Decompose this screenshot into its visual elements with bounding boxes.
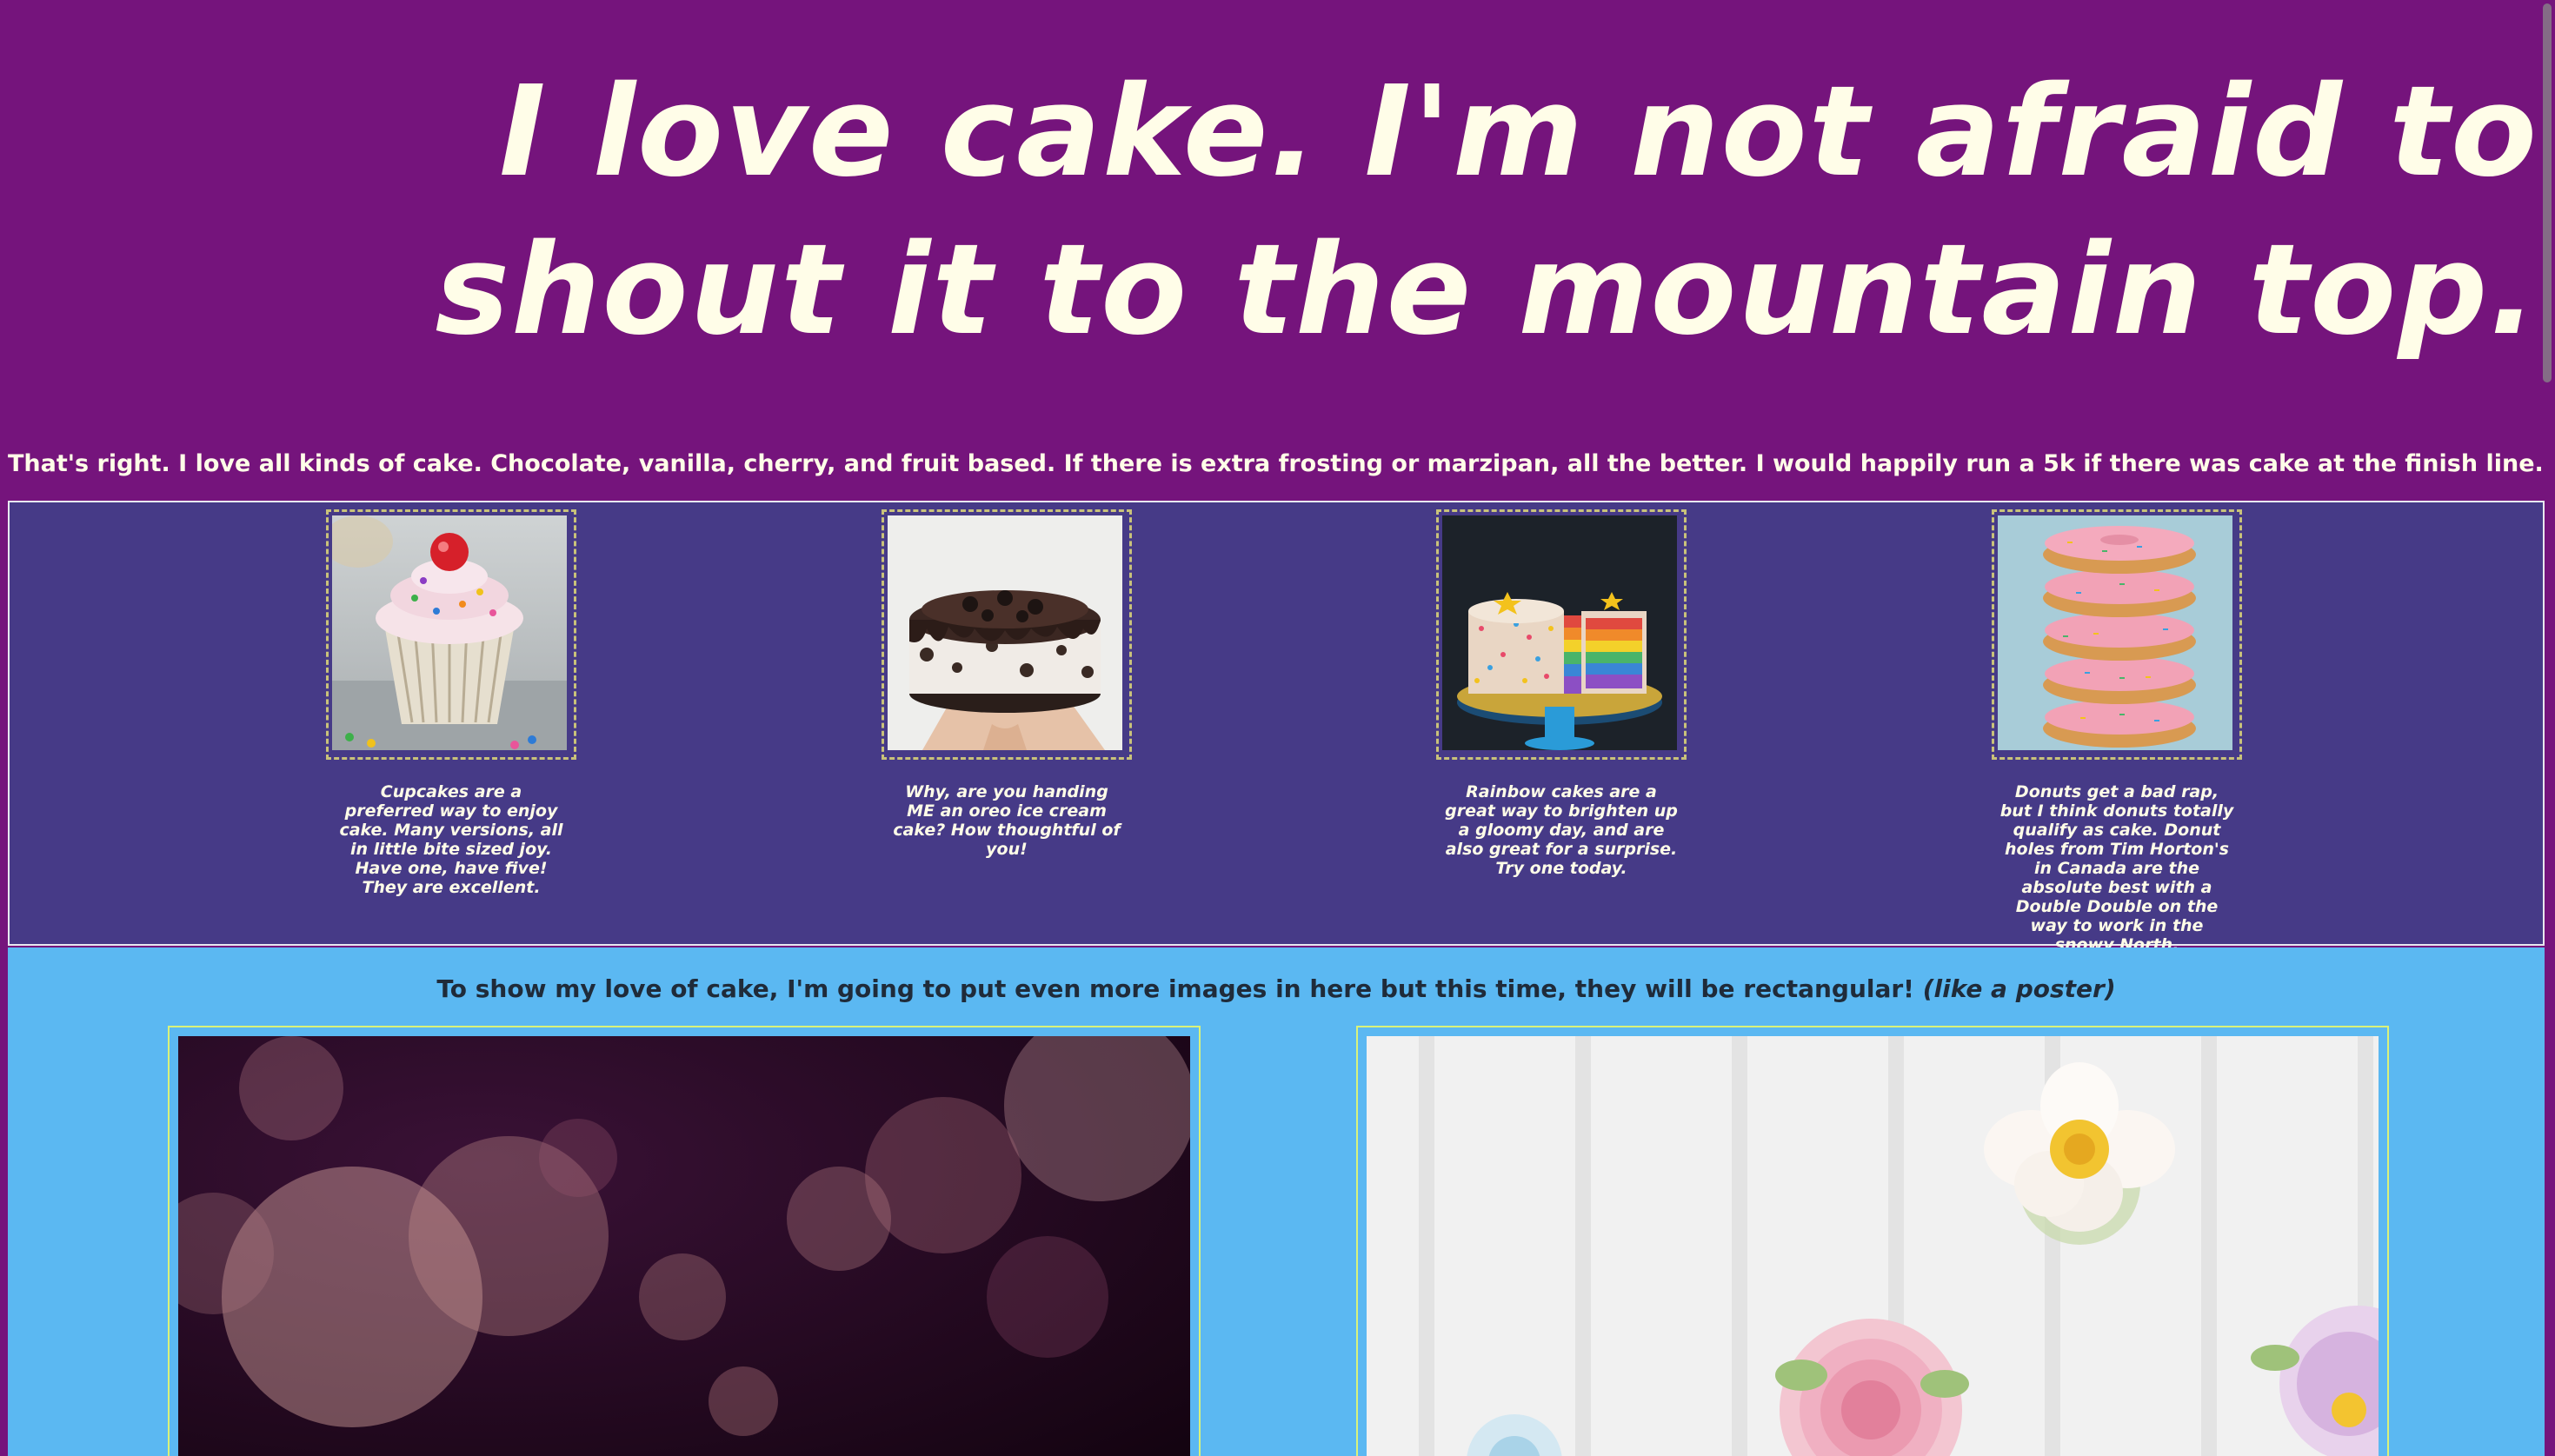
gallery-card: Why, are you handing ME an oreo ice crea… xyxy=(882,509,1132,859)
cupcake-photo xyxy=(332,515,570,754)
page: I love cake. I'm not afraid to shout it … xyxy=(0,0,2555,1456)
gallery-caption: Rainbow cakes are a great way to brighte… xyxy=(1445,782,1678,878)
gallery-card: Cupcakes are a preferred way to enjoy ca… xyxy=(326,509,576,897)
poster-section-heading: To show my love of cake, I'm going to pu… xyxy=(8,972,2545,1007)
bokeh-lights-photo xyxy=(178,1036,1190,1456)
flower-cupcakes-photo xyxy=(1367,1036,2379,1456)
poster-heading-text: To show my love of cake, I'm going to pu… xyxy=(436,974,1914,1003)
gallery-caption: Why, are you handing ME an oreo ice crea… xyxy=(893,782,1121,859)
gallery-thumbnail-frame xyxy=(326,509,576,760)
poster-frame xyxy=(1356,1026,2389,1456)
hero-banner: I love cake. I'm not afraid to shout it … xyxy=(0,0,2538,382)
page-title-line-2: shout it to the mountain top. xyxy=(435,216,2538,362)
gallery-caption: Cupcakes are a preferred way to enjoy ca… xyxy=(339,782,563,897)
gallery-caption: Donuts get a bad rap, but I think donuts… xyxy=(1999,782,2234,954)
intro-paragraph: That's right. I love all kinds of cake. … xyxy=(8,450,2544,477)
scrollbar-thumb[interactable] xyxy=(2543,3,2552,382)
cake-gallery: Cupcakes are a preferred way to enjoy ca… xyxy=(8,501,2545,954)
rainbow-cake-photo xyxy=(1442,515,1680,754)
gallery-card: Rainbow cakes are a great way to brighte… xyxy=(1436,509,1687,878)
gallery-thumbnail-frame xyxy=(1436,509,1687,760)
poster-heading-emphasis: (like a poster) xyxy=(1922,974,2116,1003)
page-title-line-1: I love cake. I'm not afraid to xyxy=(499,58,2538,204)
poster-frame xyxy=(168,1026,1201,1456)
page-title: I love cake. I'm not afraid to shout it … xyxy=(417,52,2538,369)
gallery-thumbnail-frame xyxy=(882,509,1132,760)
donut-stack-photo xyxy=(1998,515,2236,754)
vertical-scrollbar[interactable] xyxy=(2538,0,2555,1456)
gallery-thumbnail-frame xyxy=(1992,509,2242,760)
oreo-ice-cream-cake-photo xyxy=(888,515,1126,754)
poster-section: To show my love of cake, I'm going to pu… xyxy=(8,947,2545,1456)
gallery-card: Donuts get a bad rap, but I think donuts… xyxy=(1992,509,2242,954)
